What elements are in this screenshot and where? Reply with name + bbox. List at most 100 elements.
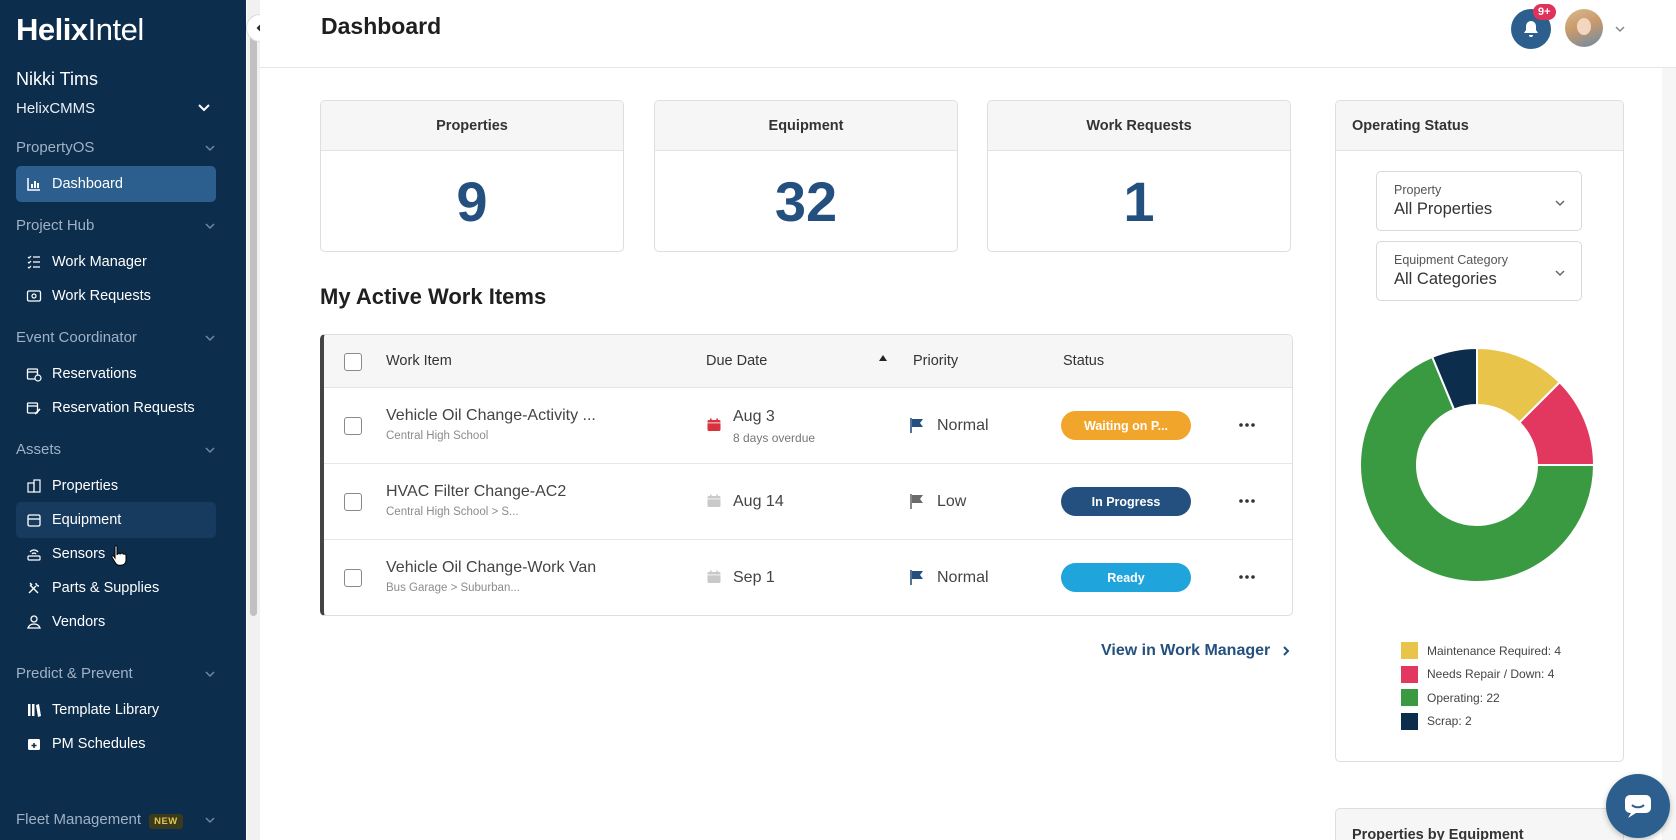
column-priority[interactable]: Priority — [913, 353, 958, 369]
select-label: Property — [1394, 183, 1442, 197]
legend-swatch — [1401, 665, 1418, 683]
table-row[interactable]: Vehicle Oil Change-Work Van Bus Garage >… — [324, 540, 1292, 615]
work-items-title: My Active Work Items — [320, 284, 547, 309]
sidebar-item-work-manager[interactable]: Work Manager — [16, 244, 216, 280]
section-predict-prevent[interactable]: Predict & Prevent — [16, 665, 216, 682]
equipment-category-select[interactable]: Equipment Category All Categories — [1376, 241, 1582, 301]
due-date: Aug 14 — [733, 493, 784, 510]
equipment-icon — [25, 511, 43, 529]
stat-value: 1 — [1123, 169, 1155, 233]
row-checkbox[interactable] — [344, 417, 362, 435]
column-work-item[interactable]: Work Item — [386, 353, 452, 369]
legend-item[interactable]: Needs Repair / Down: 4 — [1401, 663, 1561, 687]
stat-label: Equipment — [655, 101, 957, 151]
status-badge[interactable]: In Progress — [1061, 487, 1191, 516]
row-checkbox[interactable] — [344, 493, 362, 511]
sidebar: HelixIntel Nikki Tims HelixCMMS Property… — [0, 0, 246, 840]
top-header: Dashboard 9+ — [260, 0, 1676, 68]
card-title: Operating Status — [1336, 101, 1623, 151]
status-badge[interactable]: Ready — [1061, 563, 1191, 592]
flag-icon — [910, 494, 923, 509]
chat-button[interactable] — [1606, 774, 1670, 838]
chevron-down-icon — [1555, 200, 1565, 207]
sidebar-item-properties[interactable]: Properties — [16, 468, 216, 504]
due-date: Aug 3 — [733, 408, 775, 425]
sort-ascending-icon[interactable] — [878, 354, 888, 362]
stat-label: Properties — [321, 101, 623, 151]
chevron-down-icon — [205, 334, 215, 341]
sidebar-item-equipment[interactable]: Equipment — [16, 502, 216, 538]
sidebar-item-template-library[interactable]: Template Library — [16, 692, 216, 728]
sidebar-item-label: Vendors — [52, 614, 106, 630]
legend-swatch — [1401, 642, 1418, 660]
section-label: Project Hub — [16, 217, 95, 234]
avatar[interactable] — [1565, 9, 1603, 47]
stat-card-properties[interactable]: Properties 9 — [320, 100, 624, 252]
legend-label: Maintenance Required: 4 — [1427, 643, 1562, 658]
flag-icon — [910, 570, 923, 585]
chevron-down-icon — [205, 222, 215, 229]
work-item-title[interactable]: Vehicle Oil Change-Work Van — [386, 559, 596, 577]
org-selector[interactable]: HelixCMMS — [16, 98, 212, 118]
sidebar-item-label: Reservation Requests — [52, 400, 195, 416]
sidebar-item-reservation-requests[interactable]: Reservation Requests — [16, 390, 216, 426]
section-fleet-management[interactable]: Fleet Management NEW — [16, 811, 216, 829]
page-scrollbar[interactable] — [1662, 68, 1676, 840]
sidebar-item-parts-supplies[interactable]: Parts & Supplies — [16, 570, 216, 606]
logo[interactable]: HelixIntel — [16, 12, 144, 48]
section-propertyos[interactable]: PropertyOS — [16, 139, 216, 156]
card-title: Properties by Equipment — [1352, 827, 1524, 840]
operating-status-donut-chart[interactable] — [1357, 345, 1597, 585]
sidebar-item-vendors[interactable]: Vendors — [16, 604, 216, 640]
legend-item[interactable]: Maintenance Required: 4 — [1401, 639, 1561, 663]
sidebar-item-dashboard[interactable]: Dashboard — [16, 166, 216, 202]
overdue-note: 8 days overdue — [733, 431, 816, 445]
work-item-title[interactable]: Vehicle Oil Change-Activity ... — [386, 407, 596, 425]
avatar-face — [1577, 18, 1591, 35]
more-options-icon[interactable] — [1238, 416, 1256, 434]
status-badge[interactable]: Waiting on P... — [1061, 411, 1191, 440]
calendar-icon — [707, 418, 721, 431]
stat-value: 32 — [774, 169, 838, 233]
section-label: Assets — [16, 441, 62, 458]
more-options-icon[interactable] — [1238, 568, 1256, 586]
property-select[interactable]: Property All Properties — [1376, 171, 1582, 231]
sidebar-item-pm-schedules[interactable]: PM Schedules — [16, 726, 216, 762]
calendar-plus-icon — [25, 735, 43, 753]
inbox-icon — [25, 287, 43, 305]
priority-label: Low — [937, 493, 967, 510]
select-value: All Properties — [1394, 200, 1493, 218]
select-all-checkbox[interactable] — [344, 353, 362, 371]
scrollbar-thumb[interactable] — [250, 16, 257, 616]
list-check-icon — [25, 253, 43, 271]
sidebar-item-label: Equipment — [52, 512, 122, 528]
more-options-icon[interactable] — [1238, 492, 1256, 510]
chevron-down-icon — [205, 670, 215, 677]
work-item-title[interactable]: HVAC Filter Change-AC2 — [386, 483, 566, 501]
section-assets[interactable]: Assets — [16, 441, 216, 458]
column-due-date[interactable]: Due Date — [706, 353, 767, 369]
stat-card-work-requests[interactable]: Work Requests 1 — [987, 100, 1291, 252]
table-row[interactable]: HVAC Filter Change-AC2 Central High Scho… — [324, 464, 1292, 540]
calendar-icon — [707, 494, 721, 507]
legend-item[interactable]: Scrap: 2 — [1401, 710, 1561, 734]
section-project-hub[interactable]: Project Hub — [16, 217, 216, 234]
work-item-location: Central High School > S... — [386, 506, 519, 518]
sidebar-scrollbar[interactable] — [247, 0, 260, 840]
legend-swatch — [1401, 689, 1418, 707]
chart-bar-icon — [25, 175, 43, 193]
stat-card-equipment[interactable]: Equipment 32 — [654, 100, 958, 252]
row-checkbox[interactable] — [344, 569, 362, 587]
sidebar-item-work-requests[interactable]: Work Requests — [16, 278, 216, 314]
column-status[interactable]: Status — [1063, 353, 1104, 369]
view-in-work-manager-link[interactable]: View in Work Manager — [1101, 642, 1292, 660]
properties-by-equipment-card: Properties by Equipment — [1335, 808, 1624, 840]
chevron-down-icon[interactable] — [1613, 22, 1627, 36]
sidebar-item-label: Template Library — [52, 702, 160, 718]
sidebar-item-label: PM Schedules — [52, 736, 146, 752]
legend-label: Needs Repair / Down: 4 — [1427, 667, 1555, 682]
section-event-coordinator[interactable]: Event Coordinator — [16, 329, 216, 346]
table-row[interactable]: Vehicle Oil Change-Activity ... Central … — [324, 388, 1292, 464]
legend-item[interactable]: Operating: 22 — [1401, 686, 1561, 710]
sidebar-item-reservations[interactable]: Reservations — [16, 356, 216, 392]
